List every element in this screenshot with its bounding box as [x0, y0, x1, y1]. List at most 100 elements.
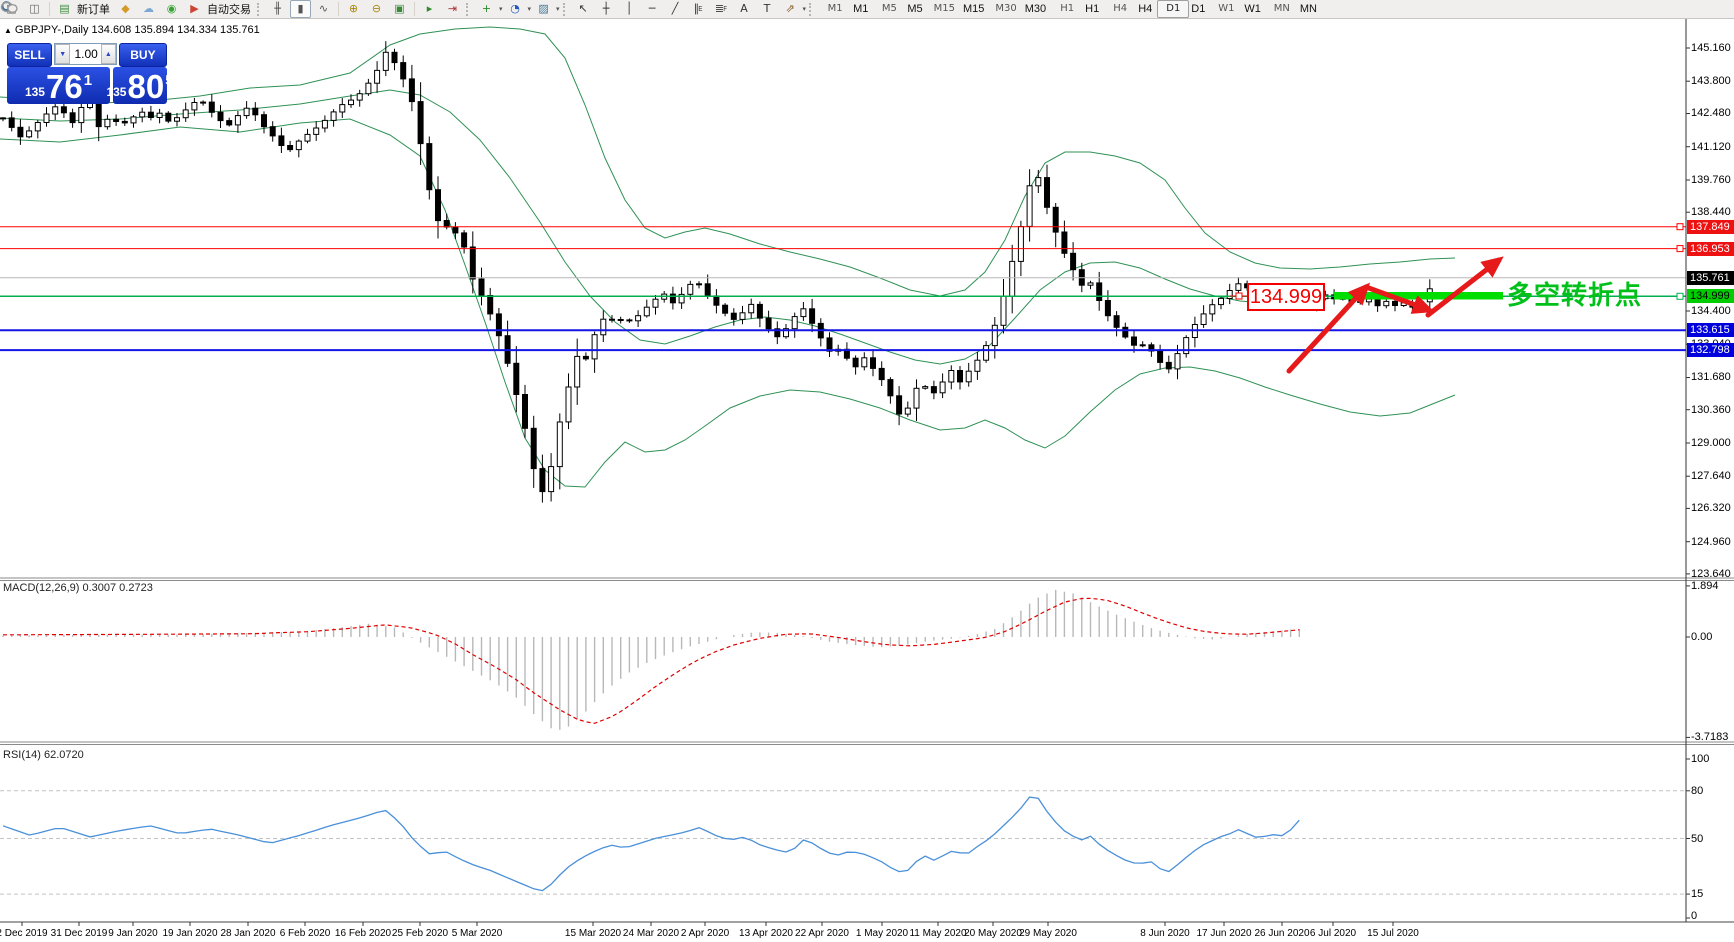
date-axis-label: 9 Jan 2020 — [108, 928, 158, 939]
indicators-dropdown-caret[interactable]: ▾ — [499, 5, 503, 13]
sell-price-figure: 135 — [24, 85, 45, 99]
toolbar-separator — [49, 2, 50, 16]
price-annotation-box[interactable]: 134.999 — [1247, 283, 1325, 311]
volume-stepper[interactable]: ▼ 1.00 ▲ — [54, 43, 117, 65]
symbol-info: ▲ GBPJPY-,Daily 134.608 135.894 134.334 1… — [4, 24, 260, 36]
undefined-label[interactable]: M15 — [963, 3, 984, 15]
buy-price-pips: 80 — [127, 68, 165, 105]
toolbar-grip — [257, 2, 262, 16]
price-badge: 137.849 — [1687, 219, 1734, 234]
price-badge: 132.798 — [1687, 343, 1734, 358]
chart-canvas[interactable] — [0, 0, 1734, 942]
vertical-line-icon[interactable]: │ — [619, 0, 640, 18]
sell-price[interactable]: 135 76 1 — [7, 67, 110, 104]
price-axis-label: 145.160 — [1691, 42, 1731, 54]
timeframe-d1[interactable]: D1 — [1157, 0, 1190, 18]
toolbar-grip — [466, 2, 471, 16]
toolbar-grip — [809, 2, 814, 16]
buy-price[interactable]: 135 80 5 — [106, 67, 174, 105]
price-axis-label: 134.400 — [1691, 304, 1731, 317]
rsi-axis-label: 100 — [1691, 753, 1710, 765]
timeframe-mn[interactable]: MN — [1266, 0, 1298, 18]
toolbar-grip — [562, 2, 568, 16]
macd-axis-label: -3.7183 — [1691, 731, 1729, 744]
timeframe-m1[interactable]: M1 — [819, 0, 851, 18]
undefined-label[interactable]: M5 — [907, 3, 922, 15]
price-axis-label: 131.680 — [1691, 371, 1731, 384]
timeframe-h1[interactable]: H1 — [1051, 0, 1083, 18]
price-axis-label: 124.960 — [1691, 535, 1731, 548]
arrows-dropdown-caret[interactable]: ▾ — [803, 5, 807, 13]
turning-point-text[interactable]: 多空转折点 — [1507, 275, 1642, 312]
periods-icon[interactable]: ◔ — [505, 0, 526, 18]
price-axis-label: 138.440 — [1691, 206, 1731, 219]
date-axis-label: 25 Feb 2020 — [391, 928, 449, 939]
candle-chart-mode-icon[interactable]: ▮ — [290, 0, 311, 18]
sell-price-point: 1 — [83, 72, 93, 89]
symbol-ohlc-text: GBPJPY-,Daily 134.608 135.894 134.334 13… — [14, 24, 260, 36]
crosshair-icon[interactable]: ┼ — [596, 0, 617, 18]
signals-icon[interactable]: ◉ — [161, 0, 182, 18]
timeframe-m15[interactable]: M15 — [928, 0, 961, 18]
new-order-icon[interactable]: ▤ — [54, 0, 75, 18]
sell-button[interactable]: SELL — [7, 43, 53, 67]
mt4-window: ▦◫▤新订单◆☁◉▶自动交易╫▮∿⊕⊖▣▸⇥+▾◔▾▨▾↖┼│─╱∥E≣FAT⇗… — [0, 0, 1734, 942]
horizontal-line-icon[interactable]: ─ — [642, 0, 663, 18]
zoom-in-icon[interactable]: ⊕ — [343, 0, 364, 18]
bar-chart-mode-icon[interactable]: ╫ — [267, 0, 288, 18]
autotrading-label[interactable]: 自动交易 — [207, 1, 251, 17]
data-preview-icon[interactable]: ◫ — [24, 0, 45, 18]
autotrading-icon[interactable]: ▶ — [184, 0, 205, 18]
new-order-label[interactable]: 新订单 — [77, 1, 110, 17]
volume-value[interactable]: 1.00 — [70, 47, 101, 61]
date-axis-label: 19 Jan 2020 — [162, 928, 218, 939]
equidistant-channel-icon[interactable]: ∥ E — [688, 0, 709, 18]
date-axis-label: 2 Apr 2020 — [680, 928, 730, 939]
undefined-label[interactable]: M1 — [853, 3, 868, 15]
timeframe-m5[interactable]: M5 — [873, 0, 905, 18]
zoom-out-icon[interactable]: ⊖ — [366, 0, 387, 18]
undefined-label[interactable]: MN — [1300, 3, 1317, 15]
trendline-icon[interactable]: ╱ — [665, 0, 686, 18]
community-cloud-icon[interactable]: ☁ — [138, 0, 159, 18]
macd-axis-label: 0.00 — [1691, 631, 1713, 643]
price-axis-label: 123.640 — [1691, 567, 1731, 580]
chart-shift-icon[interactable]: ⇥ — [442, 0, 463, 18]
date-axis-label: 6 Jul 2020 — [1309, 928, 1357, 939]
toolbar-separator — [414, 2, 415, 16]
date-axis-label: 15 Jul 2020 — [1367, 928, 1419, 939]
arrows-icon[interactable]: ⇗ — [780, 0, 801, 18]
rsi-axis-label: 15 — [1691, 888, 1704, 901]
tile-windows-icon[interactable]: ▣ — [389, 0, 410, 18]
undefined-label[interactable]: H1 — [1085, 3, 1099, 15]
price-badge: 136.953 — [1687, 241, 1734, 256]
buy-button[interactable]: BUY — [118, 43, 167, 67]
sell-price-pips: 76 — [45, 68, 83, 105]
line-chart-mode-icon[interactable]: ∿ — [313, 0, 334, 18]
text-label-icon[interactable]: T — [757, 0, 778, 18]
undefined-label[interactable]: W1 — [1244, 3, 1261, 15]
market-icon[interactable]: ◆ — [115, 0, 136, 18]
rsi-label: RSI(14) 62.0720 — [3, 749, 84, 761]
timeframe-m30[interactable]: M30 — [989, 0, 1022, 18]
templates-dropdown-caret[interactable]: ▾ — [556, 5, 560, 13]
date-axis-label: 31 Dec 2019 — [50, 928, 108, 939]
date-axis-label: 26 Jun 2020 — [1254, 928, 1310, 939]
undefined-label[interactable]: D1 — [1191, 3, 1205, 15]
price-badge: 135.761 — [1687, 270, 1734, 285]
fibonacci-icon[interactable]: ≣ F — [711, 0, 732, 18]
undefined-label[interactable]: H4 — [1138, 3, 1152, 15]
timeframe-w1[interactable]: W1 — [1210, 0, 1242, 18]
periods-dropdown-caret[interactable]: ▾ — [528, 5, 532, 13]
chat-icon[interactable] — [0, 0, 18, 15]
cursor-icon[interactable]: ↖ — [573, 0, 594, 18]
indicators-icon[interactable]: + — [476, 0, 497, 18]
buy-price-point: 5 — [165, 72, 174, 89]
timeframe-h4[interactable]: H4 — [1104, 0, 1136, 18]
volume-down-button[interactable]: ▼ — [55, 44, 71, 64]
volume-up-button[interactable]: ▲ — [100, 44, 116, 64]
undefined-label[interactable]: M30 — [1025, 3, 1046, 15]
text-icon[interactable]: A — [734, 0, 755, 18]
auto-scroll-icon[interactable]: ▸ — [419, 0, 440, 18]
templates-icon[interactable]: ▨ — [533, 0, 554, 18]
